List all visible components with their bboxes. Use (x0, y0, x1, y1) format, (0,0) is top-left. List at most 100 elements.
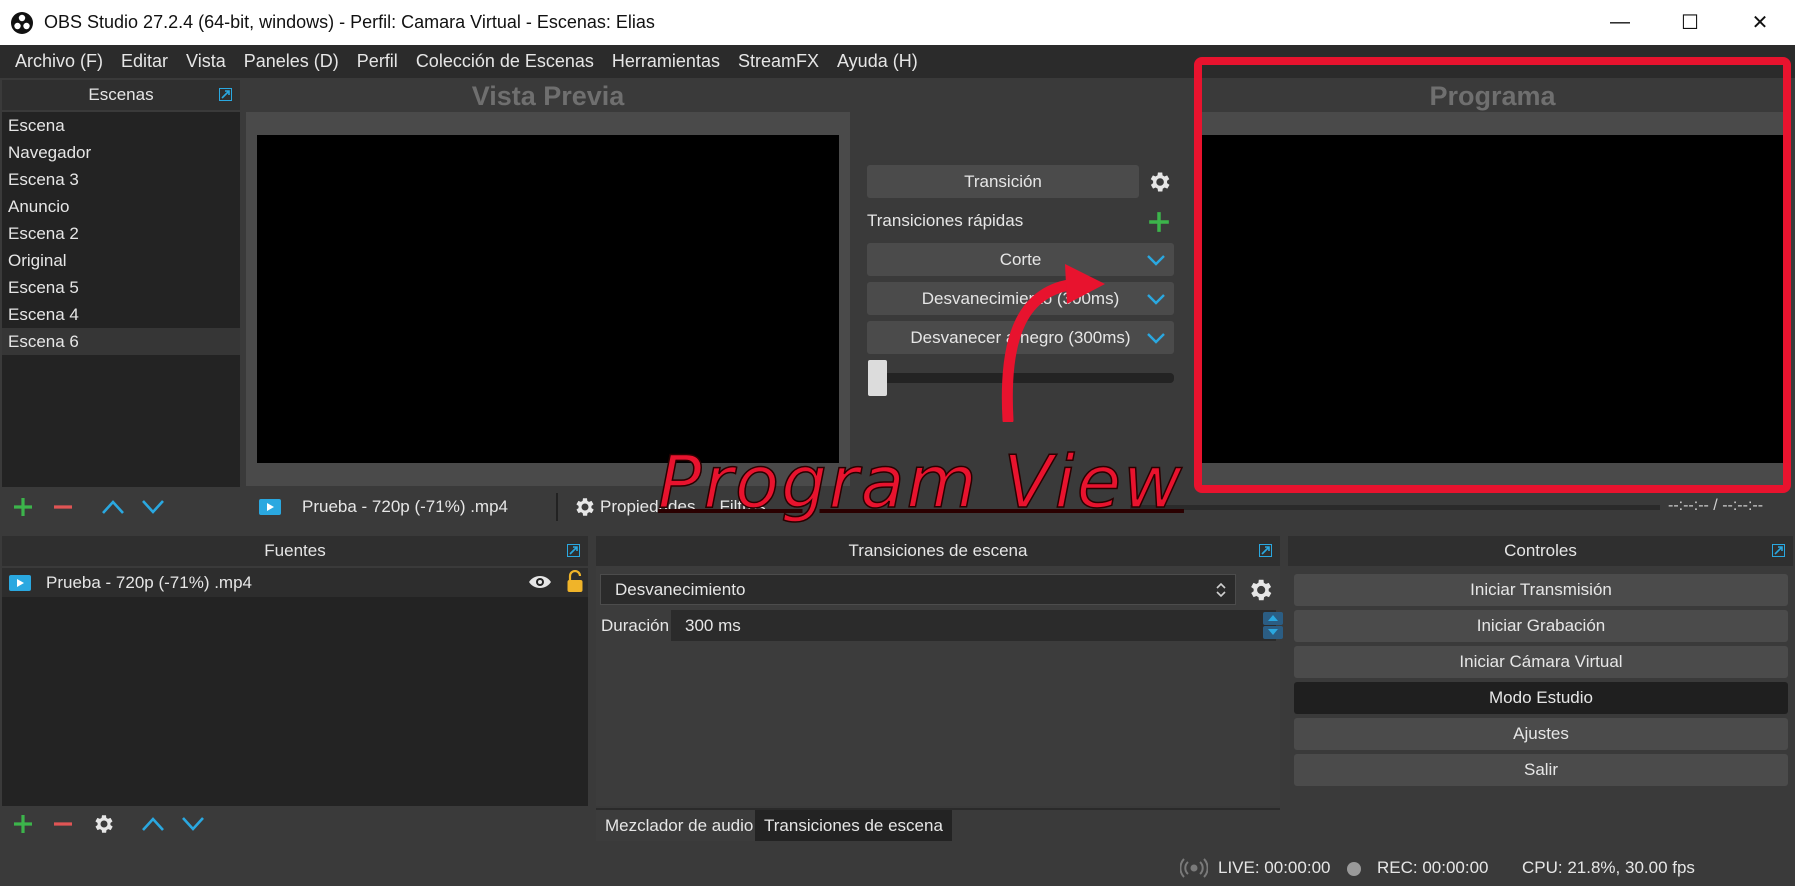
move-scene-up-button[interactable] (100, 494, 126, 520)
start-streaming-button[interactable]: Iniciar Transmisión (1294, 574, 1788, 606)
minimize-button[interactable]: — (1585, 0, 1655, 45)
scene-item[interactable]: Escena 5 (2, 274, 240, 301)
media-time-readout: --:--:-- / --:--:-- (1668, 497, 1764, 514)
menu-editar[interactable]: Editar (112, 51, 177, 72)
close-button[interactable]: ✕ (1725, 0, 1795, 45)
remove-scene-button[interactable] (50, 494, 76, 520)
start-recording-button[interactable]: Iniciar Grabación (1294, 610, 1788, 642)
program-highlight-box (1194, 57, 1791, 493)
sources-toolbar (10, 811, 206, 837)
minus-icon (54, 822, 72, 826)
maximize-button[interactable]: ☐ (1655, 0, 1725, 45)
chevron-down-icon[interactable] (1146, 253, 1166, 267)
preview-label: Vista Previa (471, 80, 625, 111)
dock-float-icon[interactable] (219, 88, 232, 101)
settings-button[interactable]: Ajustes (1294, 718, 1788, 750)
chevron-down-icon[interactable] (1146, 331, 1166, 345)
scene-transitions-title: Transiciones de escena (848, 541, 1028, 560)
scene-transitions-dock-title: Transiciones de escena (596, 536, 1280, 566)
add-scene-button[interactable] (10, 494, 36, 520)
scene-item[interactable]: Escena 4 (2, 301, 240, 328)
controls-title: Controles (1504, 541, 1577, 560)
sources-dock-title: Fuentes (2, 536, 588, 566)
title-bar: OBS Studio 27.2.4 (64-bit, windows) - Pe… (0, 0, 1795, 45)
source-item-name: Prueba - 720p (-71%) .mp4 (46, 572, 252, 592)
tab-scene-transitions[interactable]: Transiciones de escena (755, 810, 952, 841)
menu-archivo[interactable]: Archivo (F) (6, 51, 112, 72)
scene-item[interactable]: Original (2, 247, 240, 274)
chevron-down-icon (142, 500, 164, 514)
media-source-icon (259, 499, 281, 515)
divider (556, 493, 558, 521)
broadcast-icon (1180, 858, 1208, 878)
scene-item[interactable]: Escena (2, 112, 240, 139)
plus-icon (14, 498, 32, 516)
dock-float-icon[interactable] (567, 544, 580, 557)
menu-perfil[interactable]: Perfil (348, 51, 407, 72)
tbar-handle[interactable] (868, 360, 887, 396)
source-bar-name: Prueba - 720p (-71%) .mp4 (302, 497, 508, 516)
scene-item-selected[interactable]: Escena 6 (2, 328, 240, 355)
sources-list: Prueba - 720p (-71%) .mp4 (2, 568, 588, 806)
scenes-title: Escenas (88, 85, 154, 104)
studio-mode-button[interactable]: Modo Estudio (1294, 682, 1788, 714)
source-properties-button[interactable] (90, 811, 116, 837)
updown-icon (1216, 582, 1226, 598)
scene-item[interactable]: Escena 2 (2, 220, 240, 247)
controls-dock-title: Controles (1288, 536, 1793, 566)
menu-ayuda[interactable]: Ayuda (H) (828, 51, 927, 72)
dock-float-icon[interactable] (1259, 544, 1272, 557)
annotation-label: Program View (657, 439, 1184, 525)
scenes-toolbar (10, 494, 166, 520)
preview-canvas[interactable] (257, 135, 839, 463)
menu-herramientas[interactable]: Herramientas (603, 51, 729, 72)
menu-coleccion-escenas[interactable]: Colección de Escenas (407, 51, 603, 72)
sources-title: Fuentes (264, 541, 326, 560)
unlock-icon[interactable] (566, 570, 584, 594)
transition-select-value: Desvanecimiento (615, 579, 746, 599)
remove-source-button[interactable] (50, 811, 76, 837)
scene-item[interactable]: Navegador (2, 139, 240, 166)
duration-label: Duración (601, 616, 670, 635)
duration-input[interactable]: 300 ms (671, 610, 1283, 641)
media-seek-track[interactable] (1130, 505, 1660, 510)
transition-button[interactable]: Transición (867, 165, 1139, 198)
scenes-dock-title: Escenas (2, 80, 240, 110)
chevron-up-icon (142, 817, 164, 831)
plus-icon (14, 815, 32, 833)
scene-item[interactable]: Escena 3 (2, 166, 240, 193)
move-source-down-button[interactable] (180, 811, 206, 837)
gear-icon[interactable] (572, 495, 596, 519)
duration-value: 300 ms (685, 615, 741, 635)
live-status: LIVE: 00:00:00 (1218, 858, 1331, 877)
scene-item[interactable]: Anuncio (2, 193, 240, 220)
start-virtual-camera-button[interactable]: Iniciar Cámara Virtual (1294, 646, 1788, 678)
transition-gear-icon[interactable] (1146, 169, 1172, 195)
transition-properties-gear-icon[interactable] (1246, 576, 1274, 604)
transition-select[interactable]: Desvanecimiento (600, 574, 1236, 605)
chevron-down-icon[interactable] (1146, 292, 1166, 306)
exit-button[interactable]: Salir (1294, 754, 1788, 786)
tab-audio-mixer[interactable]: Mezclador de audio (596, 810, 763, 841)
dock-float-icon[interactable] (1772, 544, 1785, 557)
source-item[interactable]: Prueba - 720p (-71%) .mp4 (2, 568, 588, 597)
record-dot-icon (1347, 862, 1361, 876)
annotation-arrow (1001, 264, 1105, 422)
cpu-status: CPU: 21.8%, 30.00 fps (1522, 858, 1695, 877)
menu-streamfx[interactable]: StreamFX (729, 51, 828, 72)
minus-icon (54, 505, 72, 509)
eye-icon[interactable] (528, 573, 552, 591)
chevron-down-icon (182, 817, 204, 831)
media-source-icon (9, 574, 31, 591)
quick-transitions-label: Transiciones rápidas (867, 211, 1024, 230)
menu-paneles[interactable]: Paneles (D) (235, 51, 348, 72)
gear-icon (95, 815, 113, 833)
add-source-button[interactable] (10, 811, 36, 837)
spin-arrows-icon[interactable] (1262, 611, 1284, 640)
move-scene-down-button[interactable] (140, 494, 166, 520)
chevron-up-icon (102, 500, 124, 514)
scenes-list: Escena Navegador Escena 3 Anuncio Escena… (2, 112, 240, 487)
add-quick-transition-icon[interactable] (1147, 210, 1171, 234)
move-source-up-button[interactable] (140, 811, 166, 837)
menu-vista[interactable]: Vista (177, 51, 235, 72)
